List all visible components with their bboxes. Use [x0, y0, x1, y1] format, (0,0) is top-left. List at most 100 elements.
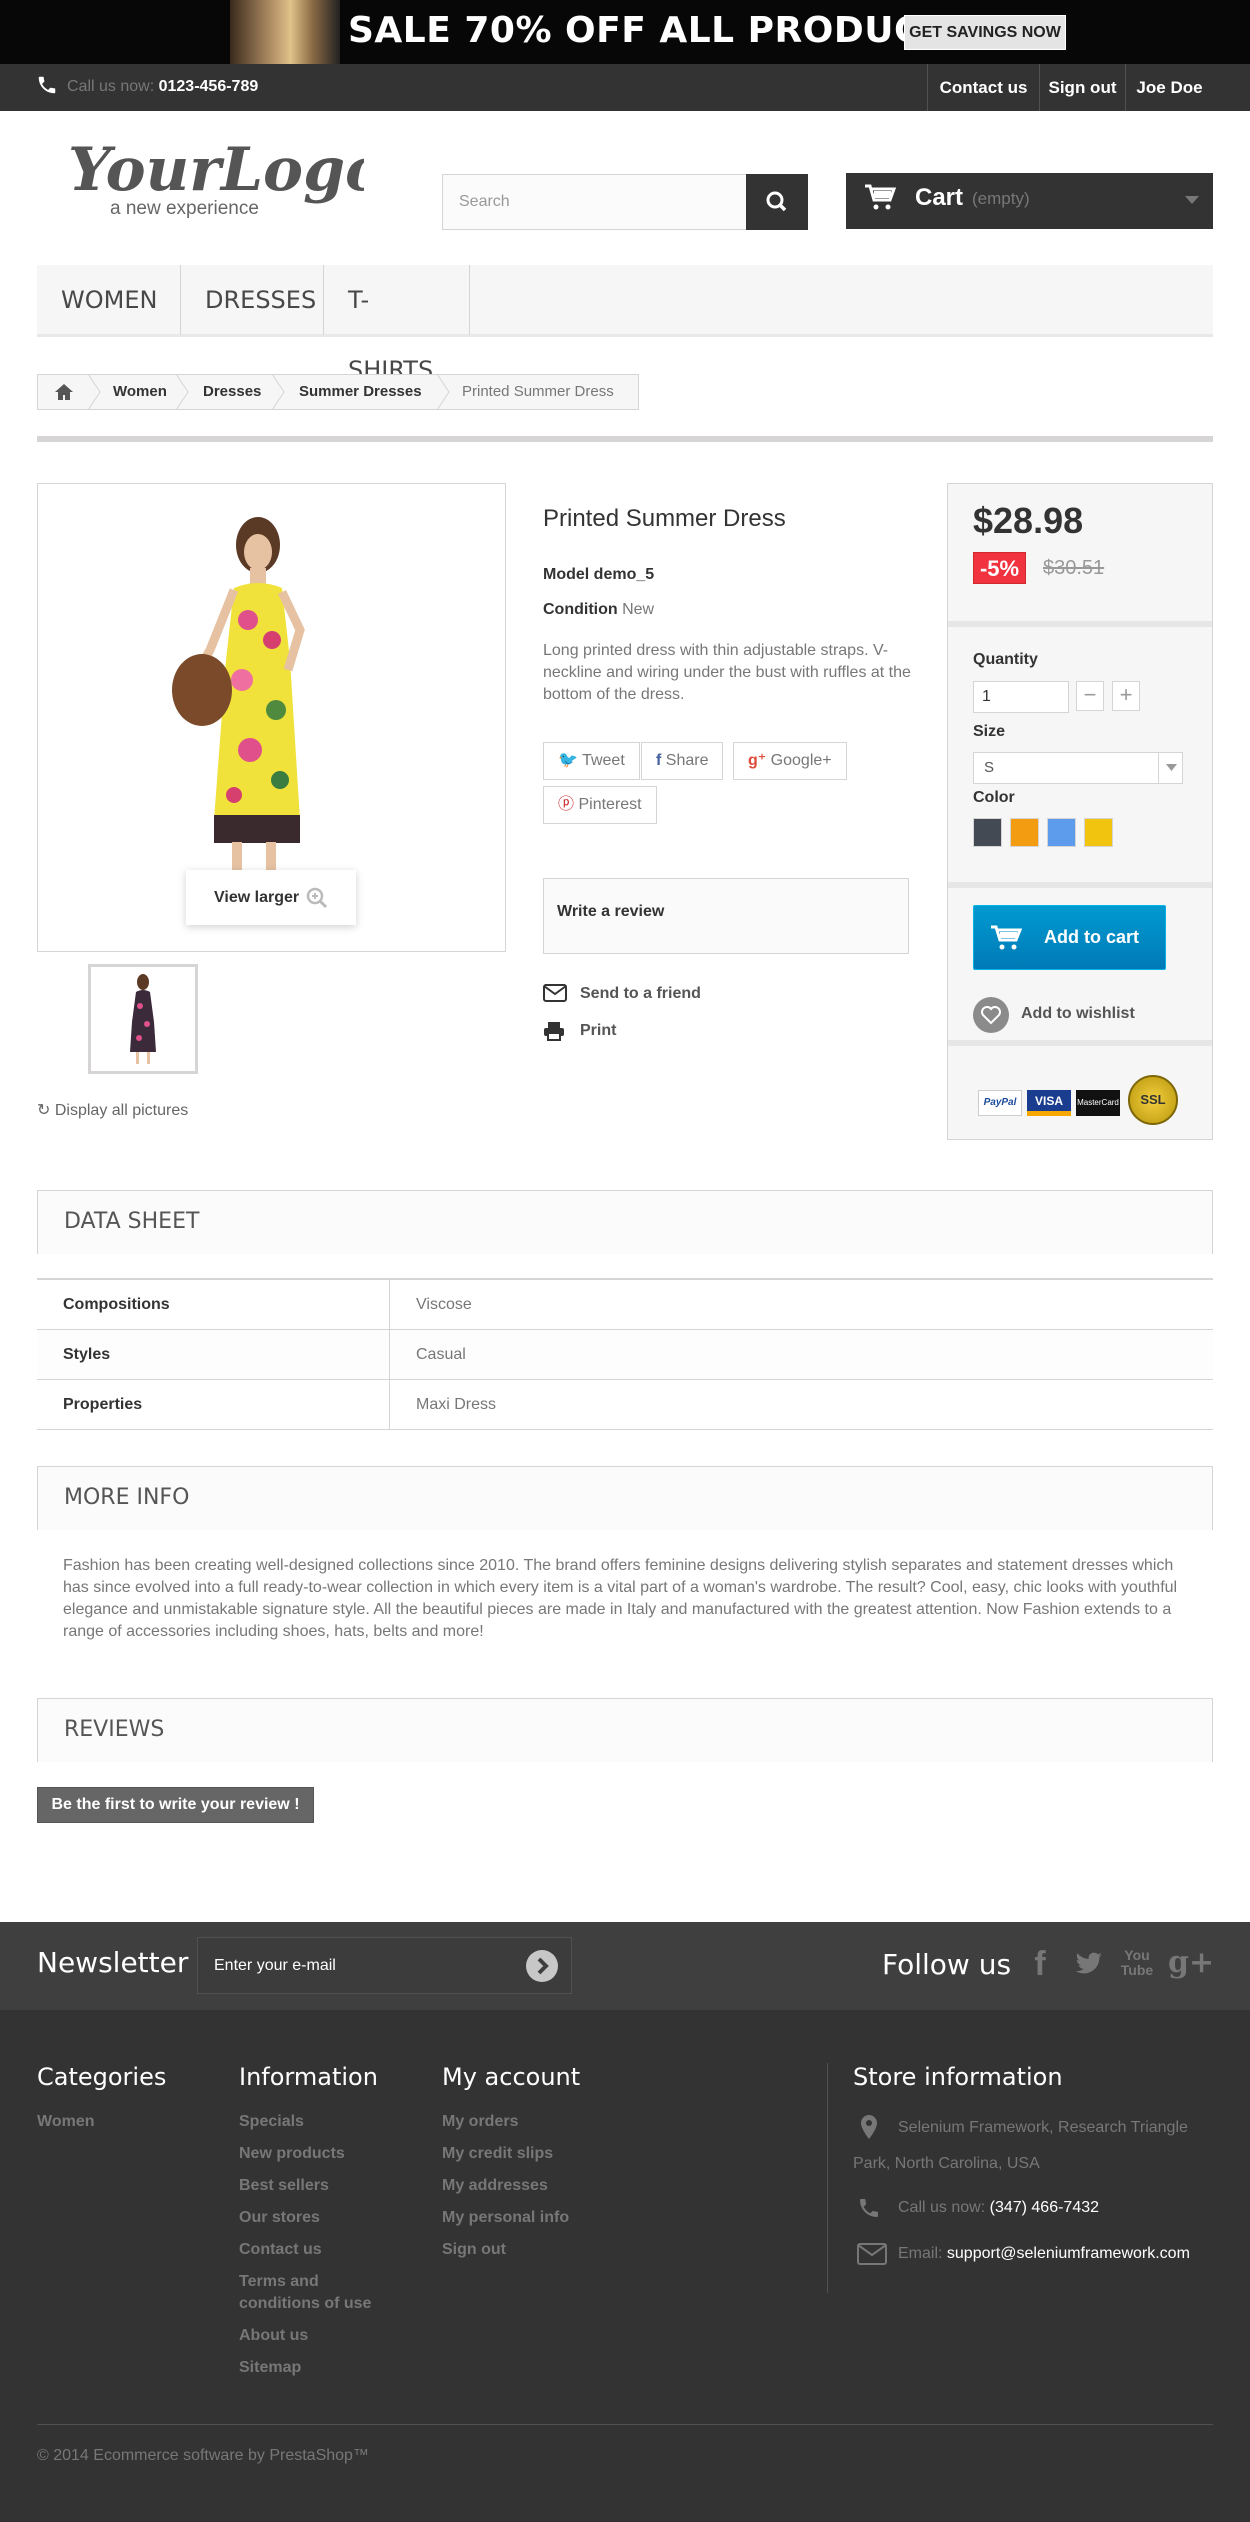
product-model: Model demo_5: [543, 566, 654, 584]
footer-link-specials[interactable]: Specials: [239, 2111, 304, 2133]
facebook-icon[interactable]: f: [1022, 1946, 1058, 1982]
model-value: demo_5: [593, 566, 655, 583]
table-value: Casual: [416, 1346, 466, 1363]
footer-link-credit-slips[interactable]: My credit slips: [442, 2143, 553, 2165]
envelope-icon: [857, 2243, 887, 2265]
add-to-wishlist-link[interactable]: Add to wishlist: [1021, 1005, 1135, 1023]
first-review-button[interactable]: Be the first to write your review !: [37, 1787, 314, 1823]
color-swatch-yellow[interactable]: [1084, 818, 1113, 847]
breadcrumb-summer-dresses[interactable]: Summer Dresses: [299, 374, 422, 410]
google-plus-button[interactable]: g⁺ Google+: [733, 742, 847, 780]
footer-link-women[interactable]: Women: [37, 2111, 94, 2133]
footer-link-addresses[interactable]: My addresses: [442, 2175, 548, 2197]
breadcrumb-separator: [437, 374, 450, 410]
tweet-button[interactable]: 🐦 Tweet: [543, 742, 640, 780]
breadcrumb-women[interactable]: Women: [113, 374, 167, 410]
table-key: Styles: [37, 1330, 390, 1379]
size-select[interactable]: S: [973, 752, 1183, 784]
share-label: Share: [665, 752, 709, 769]
color-swatch-blue[interactable]: [1047, 818, 1076, 847]
footer-link-new-products[interactable]: New products: [239, 2143, 345, 2165]
minus-icon: −: [1083, 682, 1097, 707]
data-sheet-heading: DATA SHEET: [37, 1190, 1213, 1254]
account-link[interactable]: Joe Doe: [1125, 64, 1213, 111]
store-logo[interactable]: YourLogo a new experience: [64, 132, 364, 222]
product-image[interactable]: [150, 510, 360, 930]
google-plus-label: Google+: [770, 752, 832, 769]
newsletter-email-input[interactable]: Enter your e-mail: [197, 1937, 572, 1994]
pinterest-button[interactable]: ⓟ Pinterest: [543, 786, 657, 824]
store-email-address[interactable]: support@seleniumframework.com: [947, 2245, 1190, 2262]
pinterest-icon: ⓟ: [558, 796, 575, 813]
heart-shape: [981, 1006, 1001, 1025]
write-review-button[interactable]: Write a review: [543, 878, 909, 954]
banner-text: SALE 70% OFF ALL PRODUCTS: [348, 10, 973, 51]
footer-link-my-orders[interactable]: My orders: [442, 2111, 518, 2133]
youtube-icon[interactable]: You Tube: [1119, 1946, 1155, 1982]
heart-icon[interactable]: [973, 997, 1009, 1033]
footer-link-personal-info[interactable]: My personal info: [442, 2207, 569, 2229]
google-plus-icon[interactable]: g+: [1168, 1946, 1214, 1982]
top-phone: Call us now: 0123-456-789: [67, 78, 258, 96]
refresh-icon: ↻: [37, 1102, 51, 1119]
search-icon: [766, 191, 787, 212]
footer-separator: [827, 2063, 828, 2293]
menu-item-t-shirts[interactable]: T-SHIRTS: [324, 265, 470, 384]
phone-icon: [38, 76, 56, 94]
color-swatch-dark[interactable]: [973, 818, 1002, 847]
size-label: Size: [973, 723, 1006, 740]
footer-link-contact-us[interactable]: Contact us: [239, 2239, 322, 2261]
display-all-pictures-link[interactable]: ↻ Display all pictures: [37, 1100, 188, 1120]
menu-item-women[interactable]: WOMEN: [37, 265, 181, 335]
quantity-input[interactable]: 1: [973, 681, 1069, 713]
footer-link-terms[interactable]: Terms and conditions of use: [239, 2271, 389, 2315]
table-row: Properties Maxi Dress: [37, 1380, 1213, 1430]
color-swatch-orange[interactable]: [1010, 818, 1039, 847]
phone-number: 0123-456-789: [158, 78, 259, 95]
cart-icon: [865, 184, 896, 210]
footer-link-best-sellers[interactable]: Best sellers: [239, 2175, 329, 2197]
menu-item-dresses[interactable]: DRESSES: [181, 265, 324, 335]
logo-text: YourLogo: [68, 135, 364, 205]
logo-tagline: a new experience: [110, 198, 259, 219]
breadcrumb-separator: [176, 374, 189, 410]
contact-us-link[interactable]: Contact us: [927, 64, 1039, 111]
paypal-logo: PayPal: [978, 1090, 1022, 1116]
twitter-icon[interactable]: [1070, 1946, 1106, 1982]
chevron-down-icon: [1166, 764, 1177, 771]
breadcrumb-current: Printed Summer Dress: [462, 383, 614, 400]
footer-link-our-stores[interactable]: Our stores: [239, 2207, 320, 2229]
table-value: Maxi Dress: [416, 1396, 497, 1413]
store-email-label: Email:: [898, 2245, 943, 2262]
send-to-friend-link[interactable]: Send to a friend: [580, 985, 701, 1003]
size-select-arrow[interactable]: [1158, 752, 1183, 784]
model-label: Model: [543, 566, 590, 583]
newsletter-submit-button[interactable]: [526, 1950, 558, 1982]
visa-logo: VISA: [1027, 1090, 1071, 1116]
product-title: Printed Summer Dress: [543, 505, 786, 532]
table-key: Properties: [37, 1380, 390, 1429]
get-savings-button[interactable]: GET SAVINGS NOW: [904, 15, 1066, 50]
print-link[interactable]: Print: [580, 1022, 616, 1040]
sign-out-link[interactable]: Sign out: [1039, 64, 1125, 111]
chevron-down-icon: [1185, 196, 1199, 204]
search-button[interactable]: [746, 174, 808, 230]
buy-box-divider: [948, 882, 1212, 888]
breadcrumb-dresses[interactable]: Dresses: [203, 374, 261, 410]
footer-account-title: My account: [442, 2063, 581, 2091]
quantity-decrease-button[interactable]: −: [1076, 681, 1104, 711]
footer-link-sitemap[interactable]: Sitemap: [239, 2357, 301, 2379]
search-input[interactable]: Search: [442, 174, 747, 230]
table-row: Compositions Viscose: [37, 1280, 1213, 1330]
condition-value: New: [622, 601, 655, 618]
footer-link-sign-out[interactable]: Sign out: [442, 2239, 506, 2261]
footer-bottom-divider: [37, 2424, 1213, 2425]
home-icon[interactable]: [53, 382, 75, 402]
share-button[interactable]: f Share: [641, 742, 724, 780]
display-all-label: Display all pictures: [54, 1102, 189, 1119]
view-larger-button[interactable]: View larger: [186, 870, 356, 925]
add-to-cart-label: Add to cart: [1044, 927, 1140, 947]
reviews-heading: REVIEWS: [37, 1698, 1213, 1762]
quantity-increase-button[interactable]: +: [1112, 681, 1140, 711]
footer-link-about-us[interactable]: About us: [239, 2325, 308, 2347]
